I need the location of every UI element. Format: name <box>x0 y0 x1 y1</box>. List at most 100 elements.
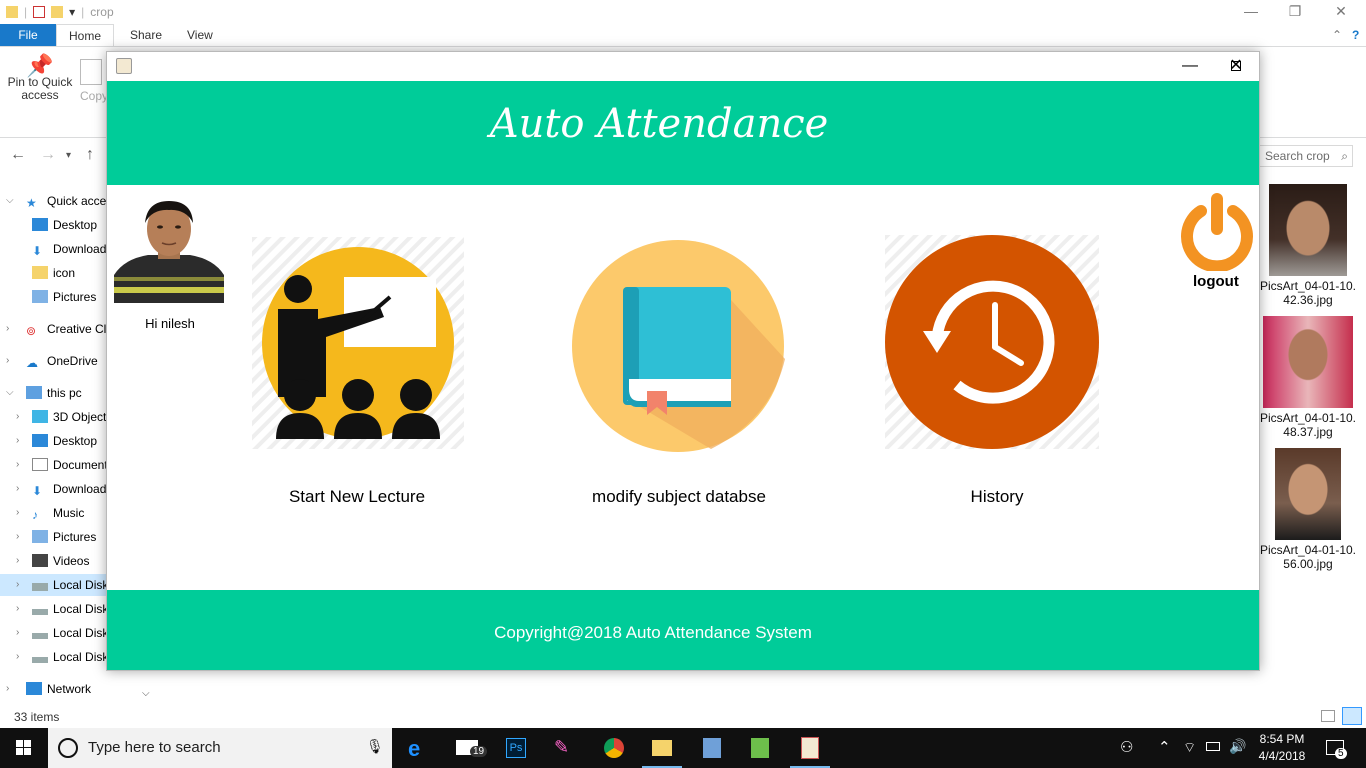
up-arrow-icon[interactable]: ↑ <box>86 146 94 164</box>
volume-icon[interactable]: 🔊 <box>1229 738 1246 768</box>
pin-icon: 📌 <box>26 53 54 78</box>
taskbar-mail-button[interactable]: 19 <box>444 728 492 768</box>
minimize-button[interactable]: — <box>1228 0 1274 22</box>
tab-file[interactable]: File <box>0 24 56 46</box>
java-icon <box>116 58 132 74</box>
nav-onedrive[interactable]: ☁ OneDrive <box>26 350 108 372</box>
tab-home[interactable]: Home <box>56 24 114 46</box>
recent-locations-icon[interactable]: ▾ <box>66 150 71 161</box>
quick-access-toolbar: | ▾ | crop <box>0 0 1366 24</box>
microphone-icon[interactable]: 🎙 <box>366 738 384 755</box>
nav-downloads-pc[interactable]: ⬇ Downloads <box>32 478 108 500</box>
app-titlebar[interactable]: — ✕ <box>107 52 1259 81</box>
file-item[interactable]: PicsArt_04-01-10. 48.37.jpg <box>1258 316 1358 439</box>
close-button[interactable]: ✕ <box>1213 52 1259 81</box>
book-icon <box>572 240 785 452</box>
nav-music[interactable]: ♪ Music <box>32 502 108 524</box>
app-maximize-button[interactable] <box>1167 52 1213 81</box>
chevron-right-icon[interactable]: › <box>16 430 19 452</box>
close-button[interactable]: ✕ <box>1318 0 1364 22</box>
modify-subject-database-label[interactable]: modify subject databse <box>549 487 809 507</box>
modify-subject-database-button[interactable] <box>571 239 786 454</box>
copy-label: Copy <box>80 89 109 103</box>
nav-videos[interactable]: Videos <box>32 550 108 572</box>
forward-arrow-icon[interactable]: → <box>40 146 56 164</box>
properties-icon[interactable] <box>33 6 46 18</box>
chevron-right-icon[interactable]: › <box>6 318 9 340</box>
history-button[interactable] <box>885 235 1099 449</box>
large-icons-view-icon[interactable] <box>1342 707 1362 725</box>
chevron-right-icon[interactable]: › <box>16 646 19 668</box>
taskbar-photoshop-button[interactable]: Ps <box>492 728 540 768</box>
logout-button[interactable] <box>1177 191 1257 273</box>
chevron-right-icon[interactable]: › <box>16 478 19 500</box>
restore-button[interactable]: ❐ <box>1272 0 1318 22</box>
nav-pictures[interactable]: Pictures <box>32 286 108 308</box>
nav-downloads[interactable]: ⬇ Downloads <box>32 238 108 260</box>
file-item[interactable]: PicsArt_04-01-10. 42.36.jpg <box>1258 184 1358 307</box>
chevron-down-icon[interactable]: ⌵ <box>6 190 14 212</box>
folder-icon[interactable] <box>6 6 18 18</box>
details-view-icon[interactable] <box>1321 710 1335 722</box>
tab-view[interactable]: View <box>175 24 225 46</box>
taskbar-taskmanager-button[interactable] <box>736 728 784 768</box>
chevron-right-icon[interactable]: › <box>16 574 19 596</box>
taskbar-paint-button[interactable]: ✎ <box>540 728 588 768</box>
nav-3d-objects[interactable]: 3D Objects <box>32 406 108 428</box>
chevron-right-icon[interactable]: › <box>6 350 9 372</box>
nav-local-disk-f[interactable]: Local Disk <box>32 646 108 668</box>
chevron-right-icon[interactable]: › <box>6 678 9 700</box>
nav-pictures-pc[interactable]: Pictures <box>32 526 108 548</box>
desktop-icon <box>32 218 48 231</box>
nav-desktop-pc[interactable]: Desktop <box>32 430 108 452</box>
taskbar-clock[interactable]: 8:54 PM 4/4/2018 <box>1250 731 1314 765</box>
logout-label[interactable]: logout <box>1193 273 1239 290</box>
taskbar-chrome-button[interactable] <box>590 728 638 768</box>
chevron-up-icon[interactable]: ⌃ <box>1158 738 1171 768</box>
chevron-right-icon[interactable]: › <box>16 454 19 476</box>
pin-quick-access-button[interactable]: 📌 Pin to Quick access <box>6 53 74 102</box>
copy-button[interactable]: Copy <box>80 59 108 103</box>
battery-icon[interactable] <box>1206 742 1220 751</box>
chevron-down-icon[interactable]: ▾ <box>69 5 75 19</box>
taskbar-virtualbox-button[interactable] <box>688 728 736 768</box>
taskbar-file-explorer-button[interactable] <box>638 728 686 768</box>
taskbar-edge-button[interactable]: e <box>394 728 442 768</box>
start-button[interactable] <box>0 728 48 768</box>
chevron-right-icon[interactable]: › <box>16 502 19 524</box>
nav-local-disk-d[interactable]: Local Disk <box>32 598 108 620</box>
chevron-right-icon[interactable]: › <box>16 622 19 644</box>
search-input[interactable]: Search crop ⌕ <box>1259 145 1353 167</box>
chevron-right-icon[interactable]: › <box>16 406 19 428</box>
chevron-down-icon[interactable]: ⌵ <box>6 382 14 404</box>
action-center-button[interactable]: 5 <box>1318 728 1366 768</box>
history-label[interactable]: History <box>867 487 1127 507</box>
nav-creative-cloud[interactable]: ⊚ Creative Cloud <box>26 318 108 340</box>
chevron-right-icon[interactable]: › <box>16 598 19 620</box>
taskbar-search-input[interactable]: Type here to search 🎙 <box>48 728 392 768</box>
start-new-lecture-label[interactable]: Start New Lecture <box>227 487 487 507</box>
nav-quick-access[interactable]: ★ Quick access <box>26 190 108 212</box>
wifi-icon[interactable]: ⌔ <box>1183 739 1196 768</box>
tab-share[interactable]: Share <box>118 24 174 46</box>
nav-documents[interactable]: Documents <box>32 454 108 476</box>
chevron-right-icon[interactable]: › <box>16 550 19 572</box>
nav-local-disk-e[interactable]: Local Disk <box>32 622 108 644</box>
nav-label: Local Disk <box>53 650 108 664</box>
nav-this-pc[interactable]: this pc <box>26 382 108 404</box>
nav-local-disk-c[interactable]: › Local Disk <box>0 574 108 596</box>
cloud-icon: ☁ <box>26 356 38 370</box>
nav-desktop[interactable]: Desktop <box>32 214 108 236</box>
scroll-down-icon[interactable]: ⌵ <box>142 688 150 699</box>
people-icon[interactable]: ⚇ <box>1120 738 1133 768</box>
new-folder-icon[interactable] <box>51 6 64 18</box>
chevron-right-icon[interactable]: › <box>16 526 19 548</box>
file-item[interactable]: PicsArt_04-01-10. 56.00.jpg <box>1258 448 1358 571</box>
back-arrow-icon[interactable]: ← <box>10 146 26 164</box>
nav-network[interactable]: Network <box>26 678 126 700</box>
clock-date: 4/4/2018 <box>1258 749 1306 763</box>
help-icon[interactable]: ? <box>1340 24 1366 46</box>
start-new-lecture-button[interactable] <box>252 237 464 449</box>
nav-icon[interactable]: icon <box>32 262 108 284</box>
taskbar-java-button[interactable] <box>786 728 834 768</box>
